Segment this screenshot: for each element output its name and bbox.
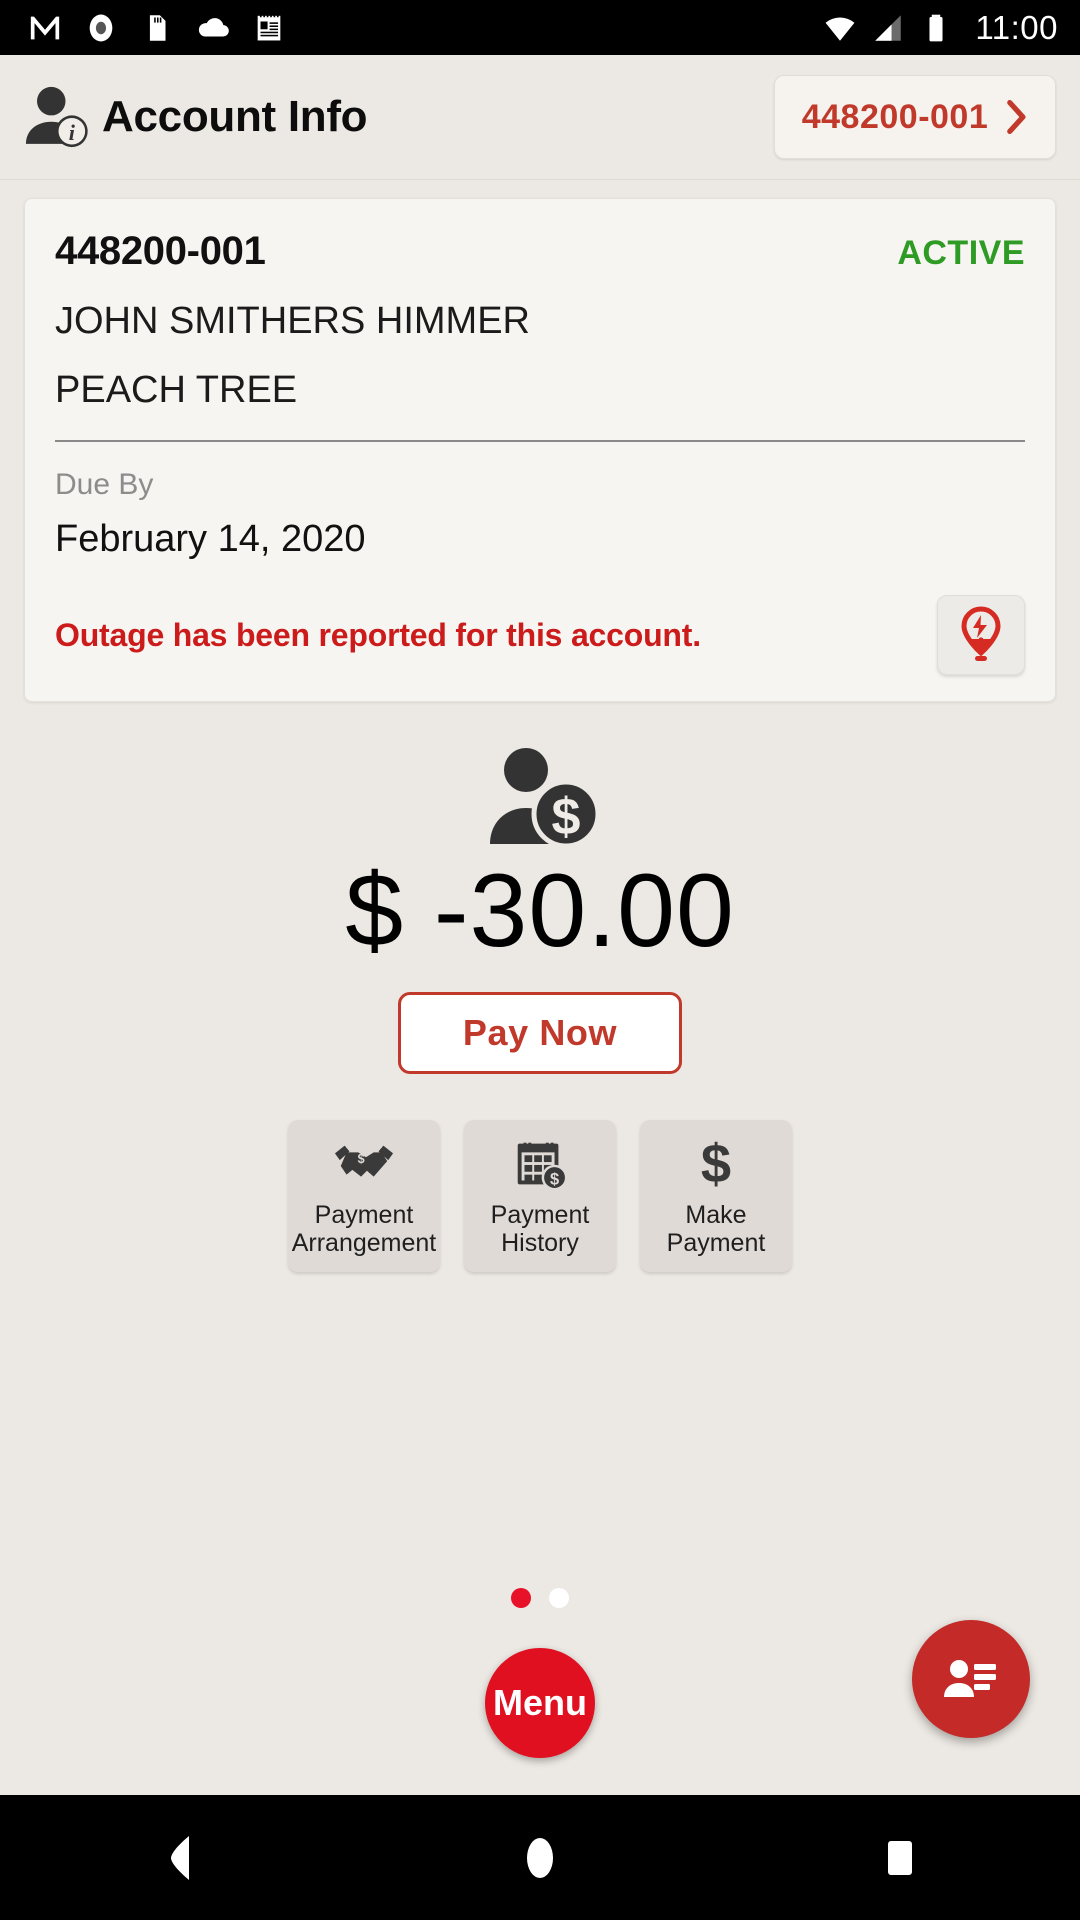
card-divider <box>55 440 1025 442</box>
record-circle-icon <box>89 14 113 41</box>
tile-payment-history[interactable]: $ Payment History <box>464 1120 616 1273</box>
contact-list-icon <box>944 1660 996 1697</box>
menu-fab-button[interactable]: Menu <box>485 1648 595 1758</box>
tile-payment-arrangement[interactable]: $ Payment Arrangement <box>288 1120 440 1273</box>
status-bar: 11:00 <box>0 0 1080 55</box>
service-address: PEACH TREE <box>55 369 298 411</box>
page-dot-inactive[interactable] <box>549 1588 569 1608</box>
tile-label-line1: Payment <box>314 1201 414 1230</box>
balance-amount: $ -30.00 <box>345 853 735 969</box>
tile-make-payment[interactable]: $ Make Payment <box>640 1120 792 1273</box>
cell-signal-icon <box>875 14 902 41</box>
page-dot-active[interactable] <box>511 1588 531 1608</box>
battery-icon <box>929 14 943 41</box>
tile-label: Payment Arrangement <box>292 1201 437 1257</box>
person-dollar-icon: $ <box>490 748 601 848</box>
android-nav-bar <box>0 1795 1080 1920</box>
svg-text:$: $ <box>701 1135 731 1193</box>
calendar-dollar-icon: $ <box>517 1142 568 1191</box>
nav-recents-button[interactable] <box>840 1818 960 1898</box>
account-selector-number: 448200-001 <box>801 97 989 136</box>
notepad-icon <box>257 13 281 40</box>
status-bar-clock: 11:00 <box>975 8 1058 46</box>
gmail-icon <box>30 16 60 39</box>
account-number: 448200-001 <box>55 229 266 273</box>
contact-fab-button[interactable] <box>912 1620 1030 1738</box>
status-bar-right-icons: 11:00 <box>823 9 1058 47</box>
tile-label-line1: Make <box>685 1201 747 1230</box>
status-bar-left-icons <box>28 11 286 45</box>
outage-pin-bolt-icon <box>961 606 1001 661</box>
outage-report-button[interactable] <box>937 595 1025 675</box>
account-summary-card[interactable]: 448200-001 ACTIVE JOHN SMITHERS HIMMER P… <box>24 198 1056 702</box>
account-info-person-icon: i <box>25 86 88 148</box>
tile-label-line2: History <box>501 1229 579 1258</box>
home-circle-icon <box>527 1837 553 1878</box>
tile-label-line2: Payment <box>666 1229 766 1258</box>
page-title: Account Info <box>102 92 368 141</box>
quick-actions: $ Payment Arrangement $ Payment History … <box>0 1120 1080 1273</box>
svg-text:$: $ <box>550 1171 559 1189</box>
svg-text:i: i <box>69 120 76 145</box>
pay-now-button[interactable]: Pay Now <box>397 992 683 1075</box>
sd-card-icon <box>149 14 166 41</box>
balance-section: $ $ -30.00 Pay Now <box>0 744 1080 1075</box>
outage-row: Outage has been reported for this accoun… <box>55 595 1025 675</box>
handshake-dollar-icon: $ <box>334 1145 394 1177</box>
due-by-date: February 14, 2020 <box>55 518 366 560</box>
svg-text:$: $ <box>552 788 581 846</box>
dollar-sign-icon: $ <box>701 1135 731 1193</box>
due-by-label: Due By <box>55 468 154 501</box>
outage-message: Outage has been reported for this accoun… <box>55 616 701 653</box>
tile-label: Make Payment <box>667 1201 766 1257</box>
customer-name: JOHN SMITHERS HIMMER <box>55 300 530 342</box>
cloud-icon <box>198 17 229 37</box>
nav-back-button[interactable] <box>120 1818 240 1898</box>
nav-home-button[interactable] <box>480 1818 600 1898</box>
back-triangle-icon <box>171 1835 189 1880</box>
svg-text:$: $ <box>358 1152 365 1166</box>
tile-label-line2: Arrangement <box>291 1229 437 1258</box>
tile-label-line1: Payment <box>490 1201 590 1230</box>
app-header: i Account Info 448200-001 <box>0 55 1080 180</box>
account-card-header-row: 448200-001 ACTIVE <box>55 229 1025 274</box>
wifi-icon <box>825 16 855 41</box>
page-indicator <box>0 1588 1080 1608</box>
account-selector-button[interactable]: 448200-001 <box>774 75 1056 159</box>
status-badge: ACTIVE <box>897 234 1025 272</box>
chevron-right-icon <box>1007 100 1026 134</box>
recents-square-icon <box>888 1840 912 1875</box>
tile-label: Payment History <box>491 1201 590 1257</box>
